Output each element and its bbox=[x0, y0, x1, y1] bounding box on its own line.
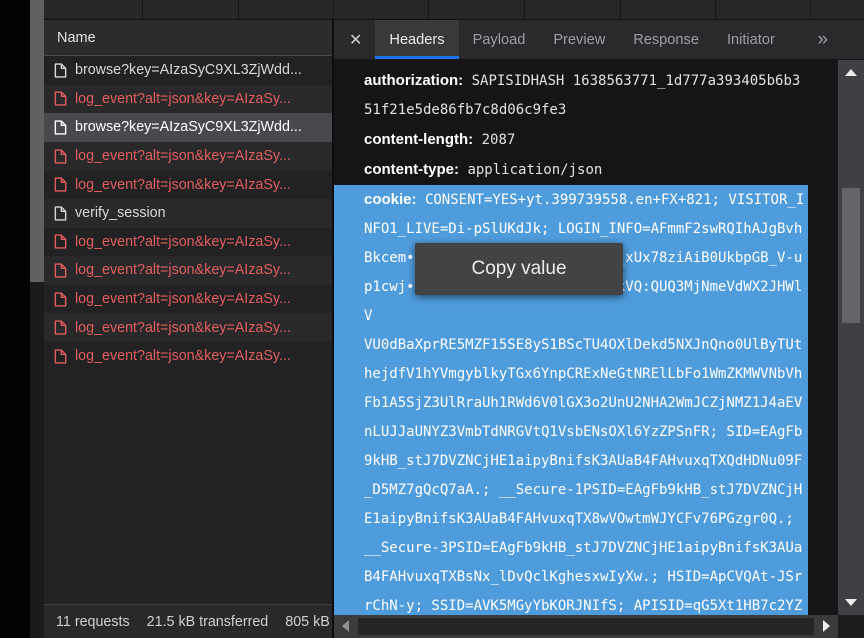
request-row-0[interactable]: browse?key=AIzaSyC9XL3ZjWdd... bbox=[44, 56, 332, 85]
header-name: authorization: bbox=[364, 72, 463, 89]
header-entry-content-length[interactable]: content-length: 2087 bbox=[364, 125, 838, 155]
request-name: log_event?alt=json&key=AIzaSy... bbox=[75, 262, 291, 278]
network-table-top-strip bbox=[44, 0, 864, 20]
document-icon bbox=[54, 292, 67, 307]
scroll-right-icon[interactable] bbox=[823, 620, 830, 632]
request-details-pane: ✕ HeadersPayloadPreviewResponseInitiator… bbox=[334, 20, 864, 638]
document-icon bbox=[54, 349, 67, 364]
header-value: application/json bbox=[467, 162, 602, 178]
transferred-size: 21.5 kB transferred bbox=[147, 614, 269, 630]
request-row-2[interactable]: browse?key=AIzaSyC9XL3ZjWdd... bbox=[44, 113, 332, 142]
strip-divider bbox=[333, 0, 334, 20]
request-row-8[interactable]: log_event?alt=json&key=AIzaSy... bbox=[44, 285, 332, 314]
vertical-scrollbar-thumb[interactable] bbox=[842, 188, 860, 323]
document-icon bbox=[54, 234, 67, 249]
network-panel: Name browse?key=AIzaSyC9XL3ZjWdd... log_… bbox=[44, 20, 864, 638]
request-name: browse?key=AIzaSyC9XL3ZjWdd... bbox=[75, 119, 302, 135]
tab-preview[interactable]: Preview bbox=[539, 20, 619, 59]
document-icon bbox=[54, 149, 67, 164]
name-column-label: Name bbox=[57, 30, 96, 46]
header-entry-authorization[interactable]: authorization: SAPISIDHASH 1638563771_1d… bbox=[364, 66, 838, 125]
name-column-header[interactable]: Name bbox=[44, 20, 332, 56]
tab-spacer bbox=[789, 20, 818, 59]
scrollbar-corner bbox=[838, 615, 864, 638]
scroll-left-icon[interactable] bbox=[342, 620, 349, 632]
headers-content: authorization: SAPISIDHASH 1638563771_1d… bbox=[334, 60, 838, 615]
request-name: log_event?alt=json&key=AIzaSy... bbox=[75, 234, 291, 250]
request-name: log_event?alt=json&key=AIzaSy... bbox=[75, 177, 291, 193]
header-value: 2087 bbox=[482, 132, 516, 148]
request-row-6[interactable]: log_event?alt=json&key=AIzaSy... bbox=[44, 228, 332, 257]
strip-divider bbox=[810, 0, 811, 20]
scroll-down-icon[interactable] bbox=[845, 599, 857, 606]
tab-payload[interactable]: Payload bbox=[459, 20, 540, 59]
request-row-10[interactable]: log_event?alt=json&key=AIzaSy... bbox=[44, 342, 332, 371]
header-name: content-type: bbox=[364, 161, 459, 178]
strip-divider bbox=[142, 0, 143, 20]
strip-divider bbox=[715, 0, 716, 20]
details-tab-bar: ✕ HeadersPayloadPreviewResponseInitiator… bbox=[334, 20, 864, 60]
request-row-3[interactable]: log_event?alt=json&key=AIzaSy... bbox=[44, 142, 332, 171]
tab-initiator[interactable]: Initiator bbox=[713, 20, 789, 59]
tab-response[interactable]: Response bbox=[619, 20, 713, 59]
request-row-7[interactable]: log_event?alt=json&key=AIzaSy... bbox=[44, 256, 332, 285]
context-menu-item-copy-value[interactable]: Copy value bbox=[471, 258, 566, 280]
tab-headers[interactable]: Headers bbox=[375, 20, 458, 59]
request-name: log_event?alt=json&key=AIzaSy... bbox=[75, 91, 291, 107]
request-row-5[interactable]: verify_session bbox=[44, 199, 332, 228]
page-scrollbar-thumb[interactable] bbox=[30, 0, 44, 282]
resources-size: 805 kB bbox=[285, 614, 330, 630]
request-list-filler bbox=[44, 371, 332, 604]
horizontal-scrollbar-track[interactable] bbox=[358, 618, 814, 635]
strip-divider bbox=[524, 0, 525, 20]
request-name: log_event?alt=json&key=AIzaSy... bbox=[75, 148, 291, 164]
request-name: browse?key=AIzaSyC9XL3ZjWdd... bbox=[75, 62, 302, 78]
strip-divider bbox=[238, 0, 239, 20]
page-background-edge bbox=[0, 0, 30, 638]
document-icon bbox=[54, 120, 67, 135]
network-status-bar: 11 requests 21.5 kB transferred 805 kB bbox=[44, 604, 332, 638]
request-list: browse?key=AIzaSyC9XL3ZjWdd... log_event… bbox=[44, 56, 332, 371]
request-row-9[interactable]: log_event?alt=json&key=AIzaSy... bbox=[44, 313, 332, 342]
request-count: 11 requests bbox=[56, 614, 130, 630]
document-icon bbox=[54, 63, 67, 78]
document-icon bbox=[54, 320, 67, 335]
context-menu: Copy value bbox=[415, 243, 623, 295]
page-scrollbar[interactable] bbox=[30, 0, 44, 638]
request-name: log_event?alt=json&key=AIzaSy... bbox=[75, 291, 291, 307]
header-name: content-length: bbox=[364, 131, 473, 148]
request-name: log_event?alt=json&key=AIzaSy... bbox=[75, 320, 291, 336]
document-icon bbox=[54, 177, 67, 192]
document-icon bbox=[54, 263, 67, 278]
request-row-1[interactable]: log_event?alt=json&key=AIzaSy... bbox=[44, 85, 332, 114]
more-tabs-icon[interactable]: » bbox=[817, 29, 828, 51]
document-icon bbox=[54, 206, 67, 221]
close-icon[interactable]: ✕ bbox=[349, 30, 362, 50]
request-row-4[interactable]: log_event?alt=json&key=AIzaSy... bbox=[44, 170, 332, 199]
strip-divider bbox=[428, 0, 429, 20]
horizontal-scrollbar[interactable] bbox=[334, 615, 838, 638]
devtools-window: Name browse?key=AIzaSyC9XL3ZjWdd... log_… bbox=[0, 0, 864, 638]
document-icon bbox=[54, 91, 67, 106]
scroll-up-icon[interactable] bbox=[845, 69, 857, 76]
vertical-scrollbar[interactable] bbox=[838, 60, 864, 615]
request-name: log_event?alt=json&key=AIzaSy... bbox=[75, 348, 291, 364]
header-name: cookie: bbox=[364, 191, 417, 208]
strip-divider bbox=[620, 0, 621, 20]
request-list-pane: Name browse?key=AIzaSyC9XL3ZjWdd... log_… bbox=[44, 20, 332, 638]
header-entry-content-type[interactable]: content-type: application/json bbox=[364, 155, 838, 185]
request-name: verify_session bbox=[75, 205, 166, 221]
